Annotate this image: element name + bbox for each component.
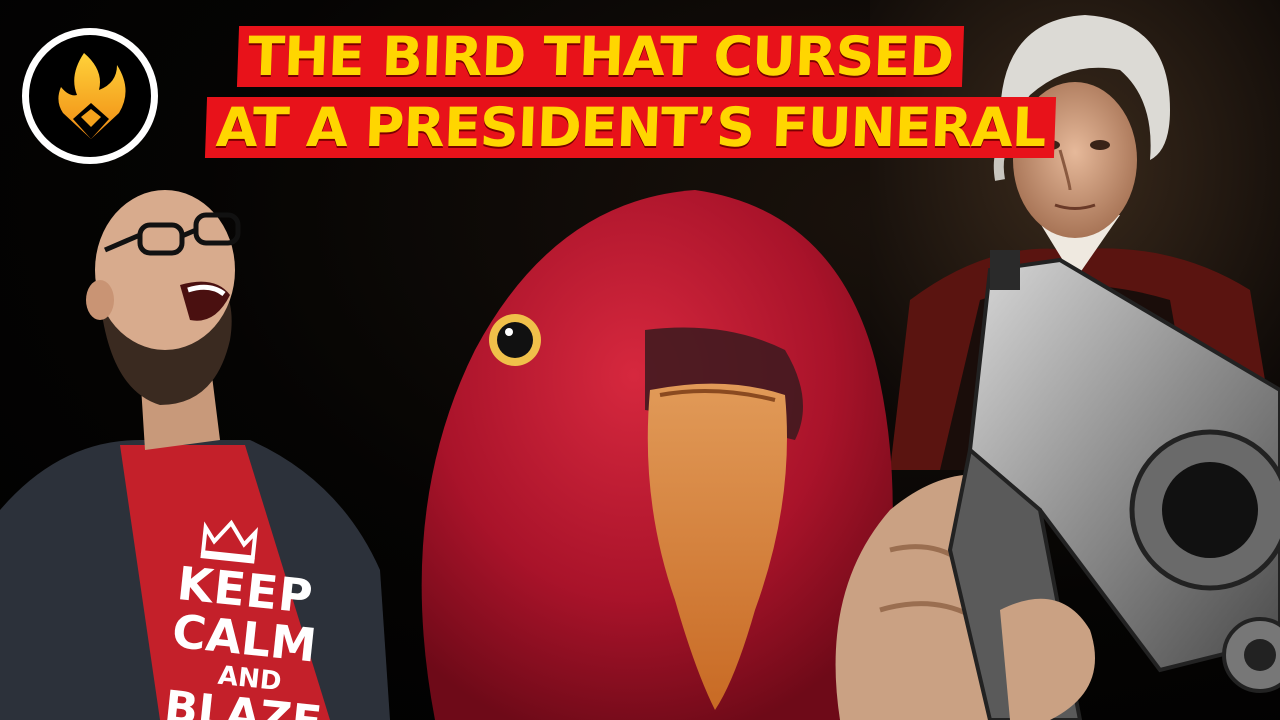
flame-logo-icon	[58, 53, 126, 139]
title-line-1: THE BIRD THAT CURSED	[236, 25, 965, 88]
channel-logo	[22, 28, 158, 164]
shirt-slogan: KEEP CALM AND BLAZE	[162, 556, 337, 720]
pistol-hand	[820, 250, 1280, 720]
thumbnail-canvas: THE BIRD THAT CURSED AT A PRESIDENT’S FU…	[0, 0, 1280, 720]
shirt-line-2: CALM	[169, 603, 320, 673]
title-line-2: AT A PRESIDENT’S FUNERAL	[204, 96, 1057, 159]
